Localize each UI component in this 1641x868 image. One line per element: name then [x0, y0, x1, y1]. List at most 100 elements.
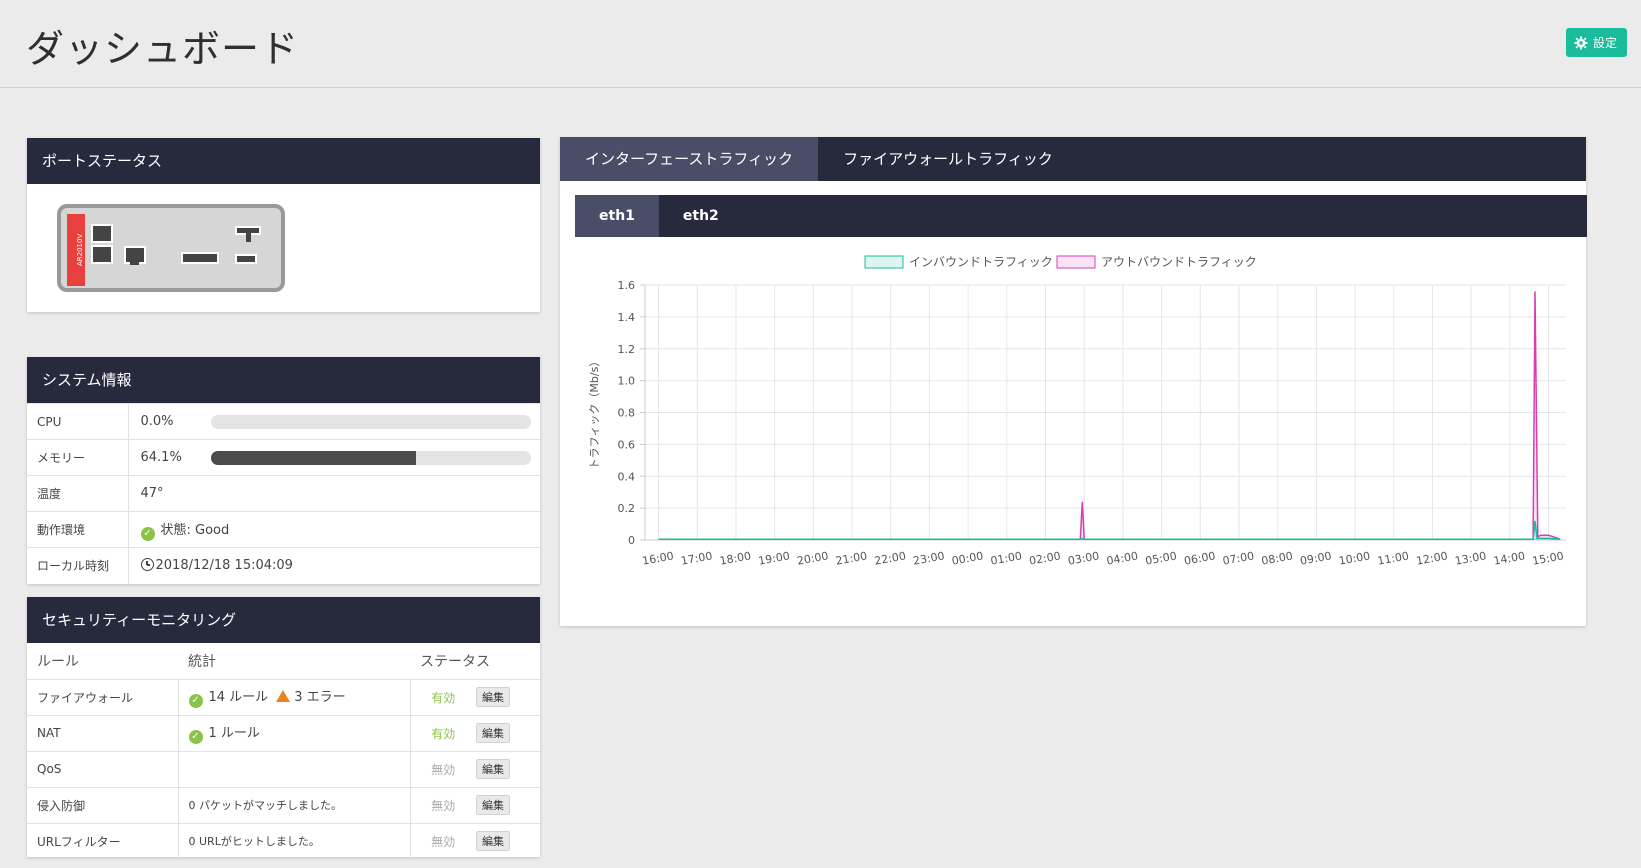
url-filter-edit-button[interactable]: 編集 — [476, 831, 510, 852]
subtab-eth2[interactable]: eth2 — [659, 195, 743, 237]
x-tick-label: 04:00 — [1106, 549, 1139, 567]
x-tick-label: 14:00 — [1493, 549, 1526, 567]
x-tick-label: 20:00 — [796, 549, 829, 567]
legend-label: アウトバウンドトラフィック — [1101, 255, 1257, 269]
device-stripe: AR2010V — [67, 214, 85, 286]
traffic-panel: インターフェーストラフィック ファイアウォールトラフィック eth1 eth2 … — [560, 137, 1587, 626]
x-tick-label: 15:00 — [1531, 549, 1564, 567]
series-line — [658, 520, 1561, 540]
table-row: NAT ✓ 1 ルール 有効 編集 — [27, 714, 540, 751]
qos-stat — [178, 750, 411, 787]
port-5[interactable] — [235, 254, 257, 264]
firewall-rule-count: 14 ルール — [208, 690, 269, 705]
settings-button[interactable]: 設定 — [1565, 28, 1627, 57]
column-header-rule: ルール — [37, 653, 79, 670]
port-2[interactable] — [91, 245, 113, 264]
y-tick-label: 0.2 — [618, 502, 636, 515]
firewall-status: 有効 — [410, 678, 476, 715]
cpu-bar — [210, 414, 531, 429]
x-tick-label: 06:00 — [1183, 549, 1216, 567]
x-tick-label: 18:00 — [719, 549, 752, 567]
x-tick-label: 10:00 — [1338, 549, 1371, 567]
table-row: 侵入防御 0 パケットがマッチしました。 無効 編集 — [27, 786, 540, 823]
column-header-stat: 統計 — [188, 653, 216, 670]
x-tick-label: 01:00 — [989, 549, 1022, 567]
memory-bar — [210, 450, 531, 465]
memory-value: 64.1% — [140, 450, 182, 465]
ips-edit-button[interactable]: 編集 — [476, 795, 510, 815]
device-model: AR2010V — [76, 233, 84, 266]
port-1[interactable] — [91, 224, 113, 243]
local-time-value: 2018/12/18 15:04:09 — [155, 558, 293, 574]
interface-subtabs: eth1 eth2 — [575, 195, 1587, 237]
cpu-label: CPU — [27, 403, 129, 440]
x-tick-label: 17:00 — [680, 549, 713, 567]
x-tick-label: 23:00 — [912, 549, 945, 567]
legend-swatch — [864, 255, 904, 269]
system-info-panel: システム情報 CPU 0.0% メモリー 64.1% 温度 47° 動作環境 ✓… — [27, 357, 540, 584]
cpu-value: 0.0% — [140, 414, 174, 429]
series-area — [658, 520, 1561, 540]
port-4-stem — [246, 233, 251, 242]
nat-rule-count: 1 ルール — [208, 726, 260, 741]
table-row: URLフィルター 0 URLがヒットしました。 無効 編集 — [27, 822, 540, 859]
url-filter-stat: 0 URLがヒットしました。 — [178, 822, 411, 859]
y-tick-label: 1.6 — [618, 279, 636, 292]
router-device: AR2010V — [57, 204, 285, 292]
system-info-title: システム情報 — [27, 357, 540, 403]
memory-label: メモリー — [27, 439, 129, 476]
system-info-table: CPU 0.0% メモリー 64.1% 温度 47° 動作環境 ✓ 状態: Goo… — [27, 403, 540, 584]
y-axis-label: トラフィック（Mb/s） — [588, 356, 601, 470]
rule-nat: NAT — [27, 714, 179, 751]
tab-firewall-traffic[interactable]: ファイアウォールトラフィック — [818, 137, 1078, 181]
y-tick-label: 0.6 — [618, 438, 636, 451]
qos-status: 無効 — [410, 750, 476, 787]
traffic-chart: 0 0.2 0.4 0.6 0.8 1.0 1.2 1.4 1.6 16:00 17:00 18:00… — [588, 255, 1566, 568]
environment-label: 動作環境 — [27, 511, 129, 548]
memory-bar-fill — [210, 450, 416, 465]
table-row: 動作環境 ✓ 状態: Good — [27, 511, 540, 548]
settings-label: 設定 — [1592, 36, 1617, 50]
rule-qos: QoS — [27, 750, 179, 787]
port-usb[interactable] — [124, 246, 146, 265]
subtab-eth1[interactable]: eth1 — [575, 195, 659, 237]
x-tick-label: 16:00 — [641, 549, 674, 567]
x-tick-label: 11:00 — [1376, 549, 1409, 567]
page-title: ダッシュボード — [26, 27, 300, 71]
x-tick-label: 02:00 — [1028, 549, 1061, 567]
table-header-row: ルール 統計 ステータス — [27, 643, 540, 679]
table-row: QoS 無効 編集 — [27, 750, 540, 787]
security-table: ルール 統計 ステータス ファイアウォール ✓ 14 ルール 3 エラー 有効 編集… — [27, 643, 540, 859]
series-area — [658, 291, 1561, 540]
qos-edit-button[interactable]: 編集 — [476, 759, 510, 779]
x-tick-label: 12:00 — [1415, 549, 1448, 567]
nat-edit-button[interactable]: 編集 — [476, 723, 510, 743]
security-title: セキュリティーモニタリング — [27, 597, 540, 643]
gear-icon — [1574, 35, 1588, 50]
clock-icon — [140, 558, 154, 572]
local-time-label: ローカル時刻 — [27, 547, 129, 584]
tab-interface-traffic[interactable]: インターフェーストラフィック — [560, 137, 819, 181]
port-status-panel: ポートステータス AR2010V — [27, 138, 540, 312]
environment-value: 状態: Good — [160, 522, 230, 538]
table-row: CPU 0.0% — [27, 403, 540, 440]
column-header-status: ステータス — [420, 653, 490, 670]
x-tick-label: 08:00 — [1260, 549, 1293, 567]
check-icon: ✓ — [188, 694, 203, 708]
firewall-edit-button[interactable]: 編集 — [476, 687, 510, 707]
table-row: ローカル時刻 2018/12/18 15:04:09 — [27, 547, 540, 584]
url-filter-status: 無効 — [410, 822, 476, 859]
y-tick-label: 1.2 — [618, 343, 636, 356]
x-tick-label: 05:00 — [1144, 549, 1177, 567]
series-line — [658, 291, 1561, 540]
warning-icon — [276, 690, 291, 702]
temperature-value: 47° — [128, 475, 540, 512]
y-tick-label: 1.0 — [618, 375, 636, 388]
y-tick-label: 0.8 — [618, 407, 636, 420]
port-3[interactable] — [181, 252, 219, 264]
table-row: メモリー 64.1% — [27, 439, 540, 476]
x-tick-label: 21:00 — [835, 549, 868, 567]
y-tick-label: 1.4 — [618, 311, 636, 324]
ips-stat: 0 パケットがマッチしました。 — [178, 786, 411, 823]
x-tick-label: 13:00 — [1454, 549, 1487, 567]
